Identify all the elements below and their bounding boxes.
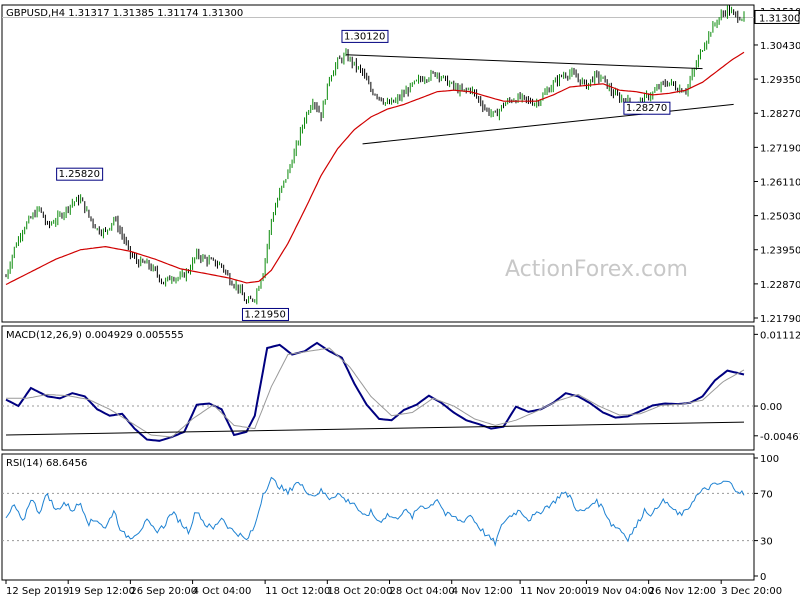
x-tick-label: 19 Sep 12:00 [68,586,135,597]
chart-canvas: ActionForex.com GBPUSD,H4 1.31317 1.3138… [1,4,800,597]
x-tick-label: 26 Nov 12:00 [649,586,716,597]
macd-panel [1,325,755,451]
price-ytick-label: 1.23950 [760,246,800,257]
price-ytick-label: 1.25030 [760,212,800,223]
rsi-ytick-label: 30 [760,537,773,548]
x-tick-label: 12 Sep 2019 [6,586,69,597]
price-annotation-label: 1.30120 [344,31,385,42]
price-annotation-label: 1.25820 [59,169,100,180]
macd-plot: 0.011123 0.00 -0.004617 [2,330,800,443]
trendline-upper [345,54,703,70]
macd-trendline [5,421,745,436]
macd-ytick-label: -0.004617 [760,432,800,443]
price-ytick-label: 1.22870 [760,280,800,291]
trendline-lower [362,103,734,145]
rsi-line [5,476,745,547]
price-ytick-label: 1.27190 [760,143,800,154]
price-annotation-label: 1.28270 [626,103,667,114]
x-tick-label: 4 Nov 12:00 [452,586,513,597]
rsi-title: RSI(14) 68.6456 [6,458,87,469]
x-tick-label: 19 Nov 04:00 [586,586,653,597]
rsi-ytick-label: 70 [760,489,773,500]
price-ytick-label: 1.30430 [760,41,800,52]
x-tick-label: 28 Oct 04:00 [390,586,455,597]
rsi-panel [1,453,755,581]
price-ytick-label: 1.29350 [760,75,800,86]
x-tick-label: 11 Oct 12:00 [265,586,330,597]
moving-average-line [5,51,745,286]
x-tick-label: 18 Oct 20:00 [327,586,392,597]
rsi-plot: 100 70 30 0 [2,454,779,583]
price-ytick-label: 1.21790 [760,314,800,325]
x-axis: 12 Sep 201919 Sep 12:0026 Sep 20:004 Oct… [5,580,782,597]
rsi-ytick-label: 0 [760,572,766,583]
rsi-ytick-label: 100 [760,454,779,465]
macd-ytick-label: 0.00 [760,402,782,413]
macd-title: MACD(12,26,9) 0.004929 0.005555 [6,330,184,341]
macd-ytick-label: 0.011123 [760,330,800,341]
x-tick-label: 4 Oct 04:00 [193,586,252,597]
price-ytick-label: 1.28270 [760,109,800,120]
x-tick-label: 3 Dec 20:00 [721,586,782,597]
macd-line [5,341,745,442]
price-ytick-label: 1.26110 [760,177,800,188]
current-price-label: 1.31300 [759,13,800,24]
x-tick-label: 11 Nov 20:00 [520,586,587,597]
price-annotation-label: 1.21950 [244,309,285,320]
watermark: ActionForex.com [505,257,688,282]
x-tick-label: 26 Sep 20:00 [130,586,197,597]
